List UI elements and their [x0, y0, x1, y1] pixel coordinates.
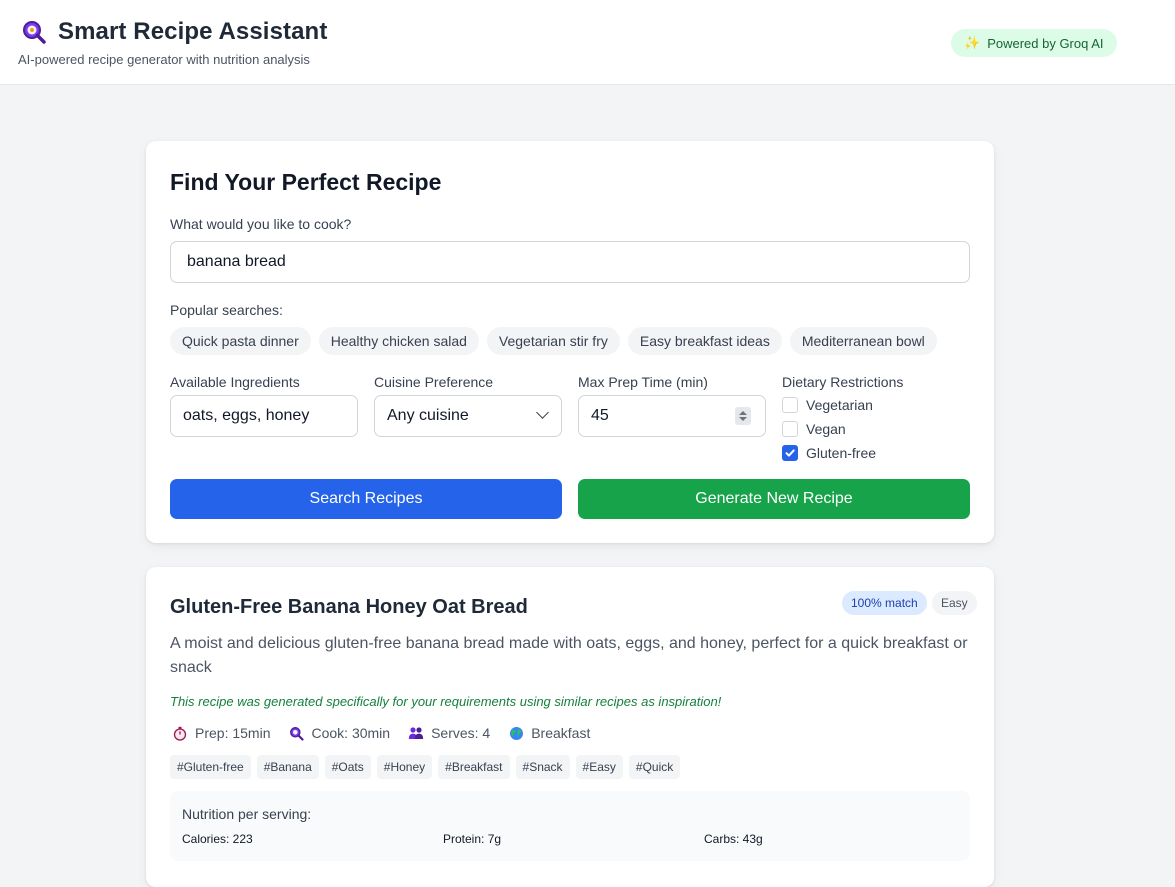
recipe-tag[interactable]: #Snack: [515, 755, 570, 779]
powered-by-badge: ✨ Powered by Groq AI: [951, 29, 1117, 57]
recipe-meta: Prep: 15min Cook: 30min Serves: 4 Breakf…: [172, 725, 590, 741]
serves-text: Serves: 4: [431, 725, 491, 741]
nutrition-panel: Nutrition per serving: Calories: 223 Pro…: [170, 791, 970, 861]
popular-searches: Quick pasta dinner Healthy chicken salad…: [170, 327, 937, 355]
gluten-free-checkbox[interactable]: [782, 445, 798, 461]
generate-recipe-button[interactable]: Generate New Recipe: [578, 479, 970, 519]
increment-icon: [739, 411, 747, 415]
recipe-tags: #Gluten-free #Banana #Oats #Honey #Break…: [170, 755, 681, 779]
brand: Smart Recipe Assistant: [20, 18, 327, 46]
dietary-option-label: Gluten-free: [806, 445, 877, 461]
checkmark-icon: [785, 449, 795, 457]
recipe-tag[interactable]: #Oats: [324, 755, 371, 779]
dietary-option-label: Vegan: [806, 421, 846, 437]
popular-search-chip[interactable]: Quick pasta dinner: [170, 327, 311, 355]
recipe-search-value: banana bread: [187, 253, 286, 270]
dietary-label: Dietary Restrictions: [782, 374, 904, 390]
category-text: Breakfast: [531, 725, 591, 741]
ingredients-input[interactable]: oats, eggs, honey: [170, 395, 358, 437]
cuisine-label: Cuisine Preference: [374, 374, 494, 390]
carbs-value: Carbs: 43g: [704, 832, 763, 846]
nutrition-title: Nutrition per serving:: [182, 806, 312, 822]
dietary-option-vegetarian[interactable]: Vegetarian: [782, 397, 873, 413]
dietary-option-vegan[interactable]: Vegan: [782, 421, 846, 437]
decrement-icon: [739, 417, 747, 421]
match-badge: 100% match: [842, 591, 927, 615]
prep-time-input[interactable]: 45: [578, 395, 766, 437]
number-stepper[interactable]: [735, 407, 751, 425]
recipe-card: Gluten-Free Banana Honey Oat Bread 100% …: [146, 567, 994, 887]
recipe-title: Gluten-Free Banana Honey Oat Bread: [170, 596, 528, 618]
dietary-option-gluten-free[interactable]: Gluten-free: [782, 445, 876, 461]
category-meta: Breakfast: [508, 725, 590, 741]
recipe-tag[interactable]: #Quick: [628, 755, 681, 779]
search-heading: Find Your Perfect Recipe: [170, 169, 442, 195]
popular-search-chip[interactable]: Mediterranean bowl: [789, 327, 937, 355]
ingredients-value: oats, eggs, honey: [183, 407, 310, 424]
popular-searches-label: Popular searches:: [170, 302, 283, 318]
vegetarian-checkbox[interactable]: [782, 397, 798, 413]
protein-value: Protein: 7g: [443, 832, 502, 846]
generated-note: This recipe was generated specifically f…: [170, 694, 722, 709]
search-panel: Find Your Perfect Recipe What would you …: [146, 141, 994, 543]
recipe-tag[interactable]: #Honey: [376, 755, 433, 779]
chevron-down-icon: [536, 406, 549, 419]
recipe-tag[interactable]: #Breakfast: [438, 755, 510, 779]
calories-value: Calories: 223: [182, 832, 253, 846]
app-title: Smart Recipe Assistant: [58, 18, 328, 45]
prep-time-label: Max Prep Time (min): [578, 374, 708, 390]
app-subtitle: AI-powered recipe generator with nutriti…: [18, 52, 310, 67]
popular-search-chip[interactable]: Healthy chicken salad: [318, 327, 479, 355]
dietary-option-label: Vegetarian: [806, 397, 873, 413]
recipe-description: A moist and delicious gluten-free banana…: [170, 635, 968, 676]
prep-time-meta: Prep: 15min: [172, 725, 270, 741]
query-label: What would you like to cook?: [170, 216, 352, 232]
prep-time-text: Prep: 15min: [195, 725, 271, 741]
search-magnifier-icon: [288, 725, 304, 741]
search-recipes-button[interactable]: Search Recipes: [170, 479, 562, 519]
cook-time-text: Cook: 30min: [311, 725, 391, 741]
recipe-tag[interactable]: #Gluten-free: [170, 755, 251, 779]
cuisine-value: Any cuisine: [387, 407, 469, 424]
vegan-checkbox[interactable]: [782, 421, 798, 437]
stopwatch-icon: [172, 725, 188, 741]
recipe-tag[interactable]: #Banana: [256, 755, 319, 779]
cuisine-select[interactable]: Any cuisine: [374, 395, 562, 437]
recipe-tag[interactable]: #Easy: [575, 755, 623, 779]
app-header: Smart Recipe Assistant AI-powered recipe…: [0, 0, 1175, 85]
globe-icon: [508, 725, 524, 741]
popular-search-chip[interactable]: Easy breakfast ideas: [627, 327, 782, 355]
people-icon: [408, 725, 424, 741]
search-magnifier-icon: [20, 18, 48, 46]
serves-meta: Serves: 4: [408, 725, 490, 741]
difficulty-badge: Easy: [932, 591, 977, 615]
powered-by-text: Powered by Groq AI: [987, 35, 1104, 51]
prep-time-value: 45: [591, 407, 609, 424]
ingredients-label: Available Ingredients: [170, 374, 300, 390]
recipe-search-input[interactable]: banana bread: [170, 241, 970, 283]
sparkle-icon: ✨: [964, 35, 981, 50]
popular-search-chip[interactable]: Vegetarian stir fry: [486, 327, 620, 355]
cook-time-meta: Cook: 30min: [288, 725, 390, 741]
